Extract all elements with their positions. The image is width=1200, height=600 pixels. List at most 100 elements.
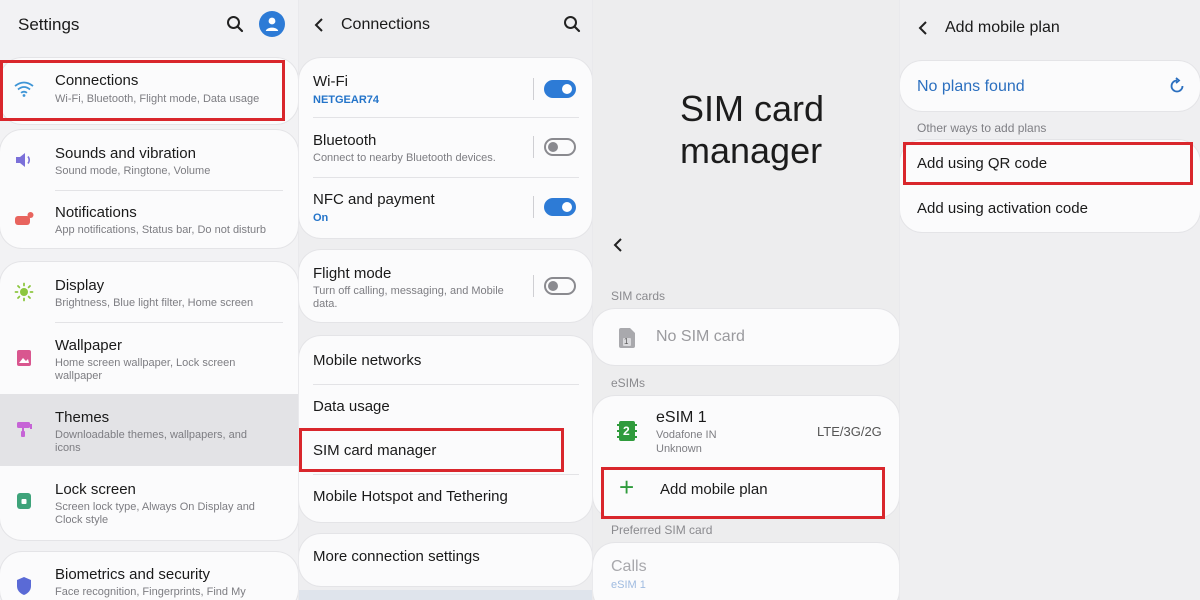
highlight-connections (0, 60, 285, 121)
esim-network: LTE/3G/2G (817, 424, 882, 439)
account-avatar-icon[interactable] (259, 11, 285, 37)
bluetooth-label: Bluetooth (313, 132, 377, 149)
lock-icon (13, 490, 35, 512)
settings-item-sub: Downloadable themes, wallpapers, and (55, 429, 248, 441)
shield-icon (13, 575, 35, 597)
settings-item-sub: icons (55, 442, 81, 454)
wallpaper-icon (13, 347, 35, 369)
wifi-row[interactable]: Wi-Fi NETGEAR74 (299, 62, 592, 116)
divider (55, 322, 283, 323)
settings-item-sub: Sound mode, Ringtone, Volume (55, 165, 211, 177)
other-ways-header: Other ways to add plans (917, 121, 1047, 135)
divider (313, 474, 579, 475)
refresh-icon[interactable] (1166, 75, 1188, 97)
sim-card-icon: 1 (617, 326, 637, 350)
esims-header: eSIMs (611, 376, 646, 390)
bluetooth-toggle[interactable] (544, 138, 576, 156)
next-card-edge (299, 590, 592, 600)
connections-panel: Connections Wi-Fi NETGEAR74 Bluetooth Co… (299, 0, 592, 600)
wifi-network: NETGEAR74 (313, 94, 380, 106)
preferred-sim-header: Preferred SIM card (611, 523, 713, 537)
search-icon[interactable] (561, 13, 583, 35)
settings-item-sub: Clock style (55, 514, 109, 526)
page-title: Add mobile plan (945, 19, 1060, 36)
calls-value: eSIM 1 (611, 579, 646, 591)
back-icon[interactable] (914, 17, 932, 39)
no-sim-row: 1 No SIM card (593, 309, 899, 365)
no-sim-label: No SIM card (656, 328, 745, 345)
back-icon[interactable] (609, 234, 627, 256)
calls-label: Calls (611, 558, 647, 575)
page-title: Settings (18, 15, 80, 34)
brightness-icon (13, 281, 35, 303)
add-using-activation-code[interactable]: Add using activation code (917, 200, 1088, 217)
highlight-add-mobile-plan (601, 467, 885, 519)
settings-item-sub: wallpaper (55, 370, 103, 382)
settings-item-label: Display (55, 277, 105, 294)
back-icon[interactable] (309, 14, 329, 36)
nfc-toggle[interactable] (544, 198, 576, 216)
page-title-line: manager (680, 130, 823, 171)
settings-item-label: Themes (55, 409, 110, 426)
sim-cards-header: SIM cards (611, 289, 666, 303)
notification-icon (13, 208, 35, 230)
divider (533, 196, 534, 218)
sim-badge: 1 (624, 337, 629, 346)
divider (533, 78, 534, 100)
nfc-label: NFC and payment (313, 191, 435, 208)
settings-item-notifications[interactable]: Notifications App notifications, Status … (0, 194, 298, 246)
settings-item-sounds[interactable]: Sounds and vibration Sound mode, Rington… (0, 135, 298, 189)
divider (313, 117, 579, 118)
settings-panel: Settings Connections Wi-Fi, Bluetooth, F… (0, 0, 298, 600)
settings-item-display[interactable]: Display Brightness, Blue light filter, H… (0, 265, 298, 321)
search-icon[interactable] (224, 13, 246, 35)
flight-mode-toggle[interactable] (544, 277, 576, 295)
settings-item-sub: Face recognition, Fingerprints, Find My (55, 586, 246, 598)
settings-item-label: Biometrics and security (55, 566, 211, 583)
divider (533, 275, 534, 297)
speaker-icon (13, 149, 35, 171)
nfc-status: On (313, 212, 329, 224)
data-usage-item[interactable]: Data usage (313, 398, 390, 415)
esim-badge: 2 (623, 424, 630, 438)
settings-item-sub: Home screen wallpaper, Lock screen (55, 357, 236, 369)
flight-mode-label: Flight mode (313, 265, 392, 282)
highlight-sim-card-manager (299, 428, 564, 472)
esim-status: Unknown (656, 443, 702, 455)
settings-item-sub: App notifications, Status bar, Do not di… (55, 224, 266, 236)
settings-item-sub: Screen lock type, Always On Display and (55, 501, 255, 513)
divider (533, 136, 534, 158)
page-title-line: SIM card (680, 88, 825, 129)
settings-item-label: Notifications (55, 204, 137, 221)
nfc-row[interactable]: NFC and payment On (299, 180, 592, 234)
bluetooth-row[interactable]: Bluetooth Connect to nearby Bluetooth de… (299, 120, 592, 174)
settings-item-biometrics[interactable]: Biometrics and security Face recognition… (0, 555, 298, 600)
flight-mode-sub: data. (313, 298, 338, 310)
mobile-networks-item[interactable]: Mobile networks (313, 352, 421, 369)
bluetooth-sub: Connect to nearby Bluetooth devices. (313, 152, 496, 164)
wifi-label: Wi-Fi (313, 73, 348, 90)
flight-mode-row[interactable]: Flight mode Turn off calling, messaging,… (299, 252, 592, 320)
page-title: Connections (341, 16, 430, 33)
divider (313, 384, 579, 385)
esim-carrier: Vodafone IN (656, 429, 717, 441)
wifi-toggle[interactable] (544, 80, 576, 98)
mobile-hotspot-item[interactable]: Mobile Hotspot and Tethering (313, 488, 508, 505)
no-plans-found: No plans found (917, 78, 1025, 95)
divider (55, 190, 283, 191)
settings-item-wallpaper[interactable]: Wallpaper Home screen wallpaper, Lock sc… (0, 325, 298, 391)
settings-item-label: Sounds and vibration (55, 145, 196, 162)
sim-manager-panel: SIM card manager SIM cards 1 No SIM card… (593, 0, 899, 600)
highlight-qr-code (903, 142, 1193, 185)
flight-mode-sub: Turn off calling, messaging, and Mobile (313, 285, 504, 297)
settings-item-label: Lock screen (55, 481, 136, 498)
settings-item-label: Wallpaper (55, 337, 122, 354)
more-connection-settings-item[interactable]: More connection settings (313, 548, 480, 565)
settings-item-themes[interactable]: Themes Downloadable themes, wallpapers, … (0, 394, 298, 466)
settings-item-lock-screen[interactable]: Lock screen Screen lock type, Always On … (0, 468, 298, 536)
page-title: SIM card manager (680, 88, 824, 172)
settings-item-sub: Brightness, Blue light filter, Home scre… (55, 297, 254, 309)
esim-row[interactable]: 2 eSIM 1 Vodafone IN Unknown LTE/3G/2G (593, 398, 899, 462)
esim-icon: 2 (617, 420, 637, 442)
esim-name: eSIM 1 (656, 409, 707, 426)
